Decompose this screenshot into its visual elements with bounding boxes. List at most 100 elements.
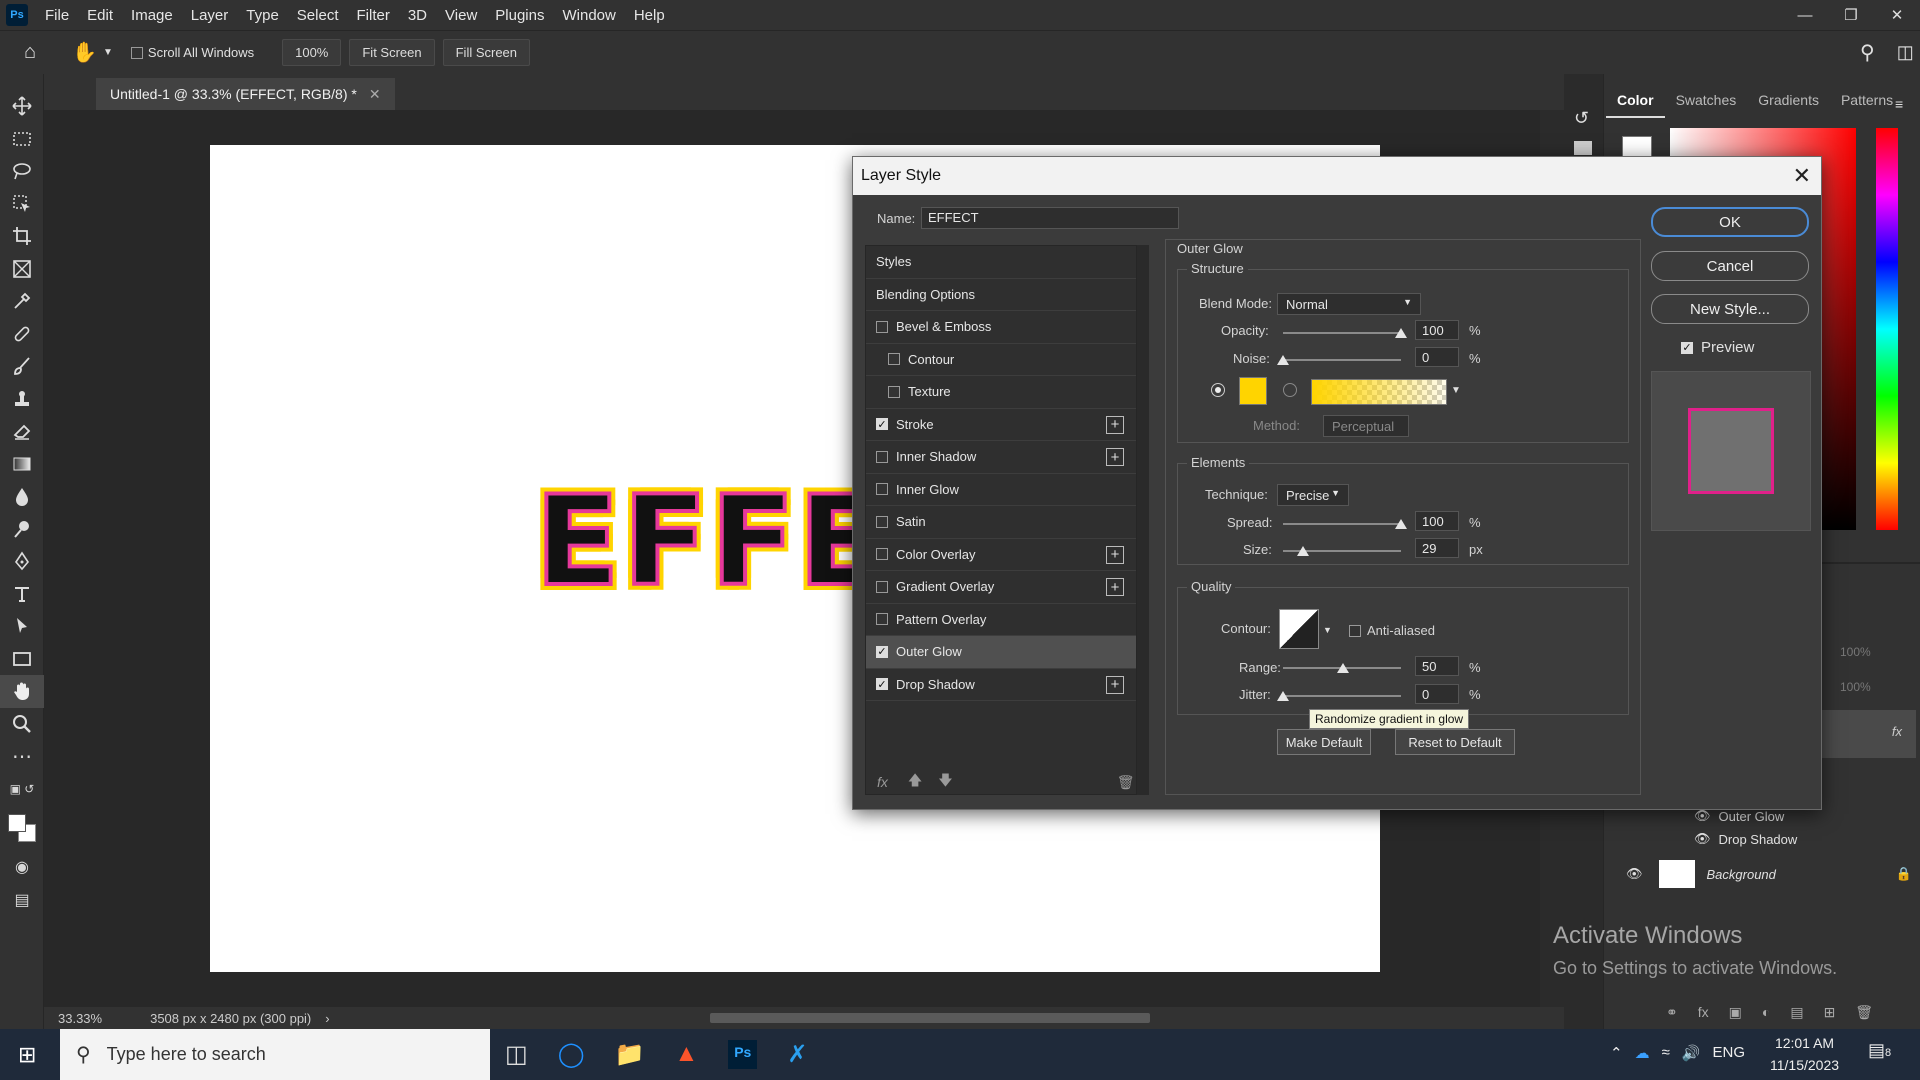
object-select-tool-icon[interactable]: [0, 188, 44, 221]
gradient-tool-icon[interactable]: [0, 448, 44, 481]
path-selection-tool-icon[interactable]: [0, 610, 44, 643]
style-item-styles[interactable]: Styles: [866, 246, 1136, 279]
style-item-gradient-overlay[interactable]: Gradient Overlay +: [866, 571, 1136, 604]
move-down-icon[interactable]: 🡇: [938, 770, 952, 794]
style-item-pattern-overlay[interactable]: Pattern Overlay: [866, 604, 1136, 636]
style-checkbox[interactable]: ✓: [876, 418, 888, 431]
style-checkbox[interactable]: [888, 353, 900, 366]
zoom-100-button[interactable]: 100%: [282, 39, 342, 66]
size-slider-thumb[interactable]: [1297, 546, 1309, 556]
eye-icon[interactable]: 👁: [1694, 831, 1711, 847]
spread-slider-thumb[interactable]: [1395, 519, 1407, 529]
adjustment-icon[interactable]: ◐: [1762, 1004, 1770, 1021]
preview-checkbox[interactable]: ✓ Preview: [1681, 339, 1754, 356]
opacity-field[interactable]: 100: [1415, 320, 1459, 340]
style-item-bevel-emboss[interactable]: Bevel & Emboss: [866, 311, 1136, 344]
workspace-icon[interactable]: ◫: [1897, 42, 1914, 63]
menu-filter[interactable]: Filter: [348, 7, 399, 24]
style-item-drop-shadow[interactable]: ✓ Drop Shadow +: [866, 669, 1136, 701]
scroll-all-windows-checkbox[interactable]: Scroll All Windows: [130, 45, 254, 60]
frame-tool-icon[interactable]: [0, 253, 44, 286]
edge-icon[interactable]: ◯: [558, 1040, 585, 1069]
glow-color-swatch[interactable]: [1239, 377, 1267, 405]
task-view-icon[interactable]: ◫: [505, 1040, 528, 1069]
language-indicator[interactable]: ENG: [1713, 1044, 1746, 1062]
style-item-outer-glow[interactable]: ✓ Outer Glow: [866, 636, 1136, 669]
dialog-close-icon[interactable]: ✕: [1793, 163, 1811, 189]
add-effect-icon[interactable]: +: [1106, 675, 1124, 694]
menu-edit[interactable]: Edit: [78, 7, 122, 24]
menu-file[interactable]: File: [36, 7, 78, 24]
ok-button[interactable]: OK: [1651, 207, 1809, 237]
fit-screen-button[interactable]: Fit Screen: [349, 39, 435, 66]
tab-close-icon[interactable]: ✕: [369, 86, 381, 103]
menu-image[interactable]: Image: [122, 7, 182, 24]
jitter-slider-thumb[interactable]: [1277, 691, 1289, 701]
style-item-blending-options[interactable]: Blending Options: [866, 279, 1136, 311]
spread-field[interactable]: 100: [1415, 511, 1459, 531]
add-effect-icon[interactable]: +: [1106, 448, 1124, 466]
spread-slider[interactable]: [1283, 523, 1401, 525]
style-item-stroke[interactable]: ✓ Stroke +: [866, 409, 1136, 441]
contour-picker[interactable]: [1279, 609, 1319, 649]
add-effect-icon[interactable]: +: [1106, 545, 1124, 564]
menu-window[interactable]: Window: [553, 7, 624, 24]
add-effect-icon[interactable]: +: [1106, 578, 1124, 596]
layer-effect-drop-shadow[interactable]: 👁 Drop Shadow: [1694, 831, 1797, 847]
eyedropper-tool-icon[interactable]: [0, 285, 44, 318]
onedrive-icon[interactable]: ☁: [1635, 1044, 1650, 1062]
wifi-icon[interactable]: ≈: [1662, 1044, 1670, 1062]
layer-row-background[interactable]: 👁 Background 🔒: [1606, 856, 1916, 892]
move-tool-icon[interactable]: [0, 90, 44, 123]
eraser-tool-icon[interactable]: [0, 415, 44, 448]
clone-stamp-tool-icon[interactable]: [0, 383, 44, 416]
size-field[interactable]: 29: [1415, 538, 1459, 558]
solid-color-radio[interactable]: [1211, 383, 1225, 397]
move-up-icon[interactable]: 🡅: [908, 770, 922, 794]
style-item-texture[interactable]: Texture: [866, 376, 1136, 409]
zoom-readout[interactable]: 33.33%: [58, 1011, 102, 1026]
taskbar-clock[interactable]: 12:01 AM 11/15/2023: [1770, 1032, 1839, 1076]
horizontal-scrollbar[interactable]: [709, 1013, 1150, 1023]
style-checkbox[interactable]: [876, 515, 888, 528]
layer-effect-outer-glow[interactable]: 👁 Outer Glow: [1694, 808, 1784, 824]
tab-swatches[interactable]: Swatches: [1665, 84, 1748, 118]
zoom-tool-icon[interactable]: [0, 708, 44, 741]
lasso-tool-icon[interactable]: [0, 155, 44, 188]
history-icon[interactable]: ↺: [1574, 108, 1603, 129]
style-item-contour[interactable]: Contour: [866, 344, 1136, 376]
hand-tool-icon[interactable]: ✋: [72, 40, 97, 65]
menu-select[interactable]: Select: [288, 7, 348, 24]
menu-view[interactable]: View: [436, 7, 486, 24]
eye-icon[interactable]: 👁: [1694, 808, 1711, 824]
tab-patterns[interactable]: Patterns: [1830, 84, 1904, 118]
home-icon[interactable]: ⌂: [24, 41, 36, 64]
glow-gradient-picker[interactable]: [1311, 379, 1447, 405]
anti-aliased-checkbox[interactable]: Anti-aliased: [1349, 623, 1435, 638]
noise-field[interactable]: 0: [1415, 347, 1459, 367]
screen-mode-icon[interactable]: ▤: [0, 884, 44, 917]
new-layer-icon[interactable]: ⊞: [1824, 1004, 1836, 1021]
delete-effect-icon[interactable]: 🗑: [1117, 774, 1135, 791]
layer-name-field[interactable]: EFFECT: [921, 207, 1179, 229]
folder-icon[interactable]: ▤: [1790, 1004, 1803, 1021]
noise-slider-thumb[interactable]: [1277, 355, 1289, 365]
style-checkbox[interactable]: [876, 548, 888, 561]
cancel-button[interactable]: Cancel: [1651, 251, 1809, 281]
menu-3d[interactable]: 3D: [399, 7, 436, 24]
method-dropdown[interactable]: Perceptual: [1323, 415, 1409, 437]
volume-icon[interactable]: 🔊: [1682, 1044, 1701, 1062]
document-tab[interactable]: Untitled-1 @ 33.3% (EFFECT, RGB/8) * ✕: [96, 78, 395, 110]
opacity-slider-thumb[interactable]: [1395, 328, 1407, 338]
marquee-tool-icon[interactable]: [0, 123, 44, 156]
menu-help[interactable]: Help: [625, 7, 674, 24]
style-checkbox[interactable]: [876, 613, 888, 626]
tab-gradients[interactable]: Gradients: [1747, 84, 1830, 118]
link-icon[interactable]: ⚭: [1666, 1004, 1678, 1021]
restore-icon[interactable]: ❐: [1828, 0, 1874, 30]
brush-tool-icon[interactable]: [0, 350, 44, 383]
windows-start-icon[interactable]: ⊞: [18, 1042, 36, 1068]
trash-icon[interactable]: 🗑: [1855, 1004, 1873, 1021]
chevron-down-icon[interactable]: ▼: [103, 47, 113, 58]
hue-slider[interactable]: [1876, 128, 1898, 530]
